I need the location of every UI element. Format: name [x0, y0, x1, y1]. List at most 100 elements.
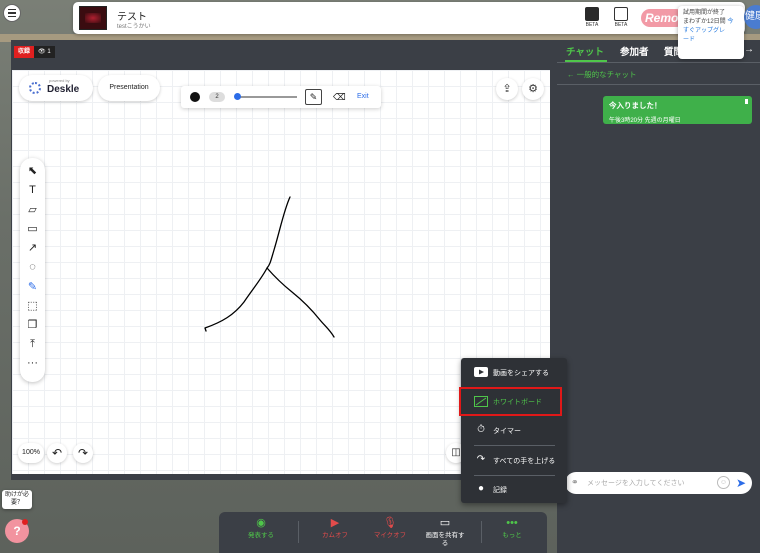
- pen-tool-icon[interactable]: ✎: [20, 278, 45, 296]
- more-tools-icon[interactable]: ···: [20, 354, 45, 372]
- menu-icon-line: [8, 15, 16, 18]
- pen-width-slider[interactable]: [237, 96, 297, 98]
- beta-label: BETA: [585, 22, 599, 28]
- pen-color-swatch[interactable]: [190, 92, 200, 102]
- beta-label: BETA: [614, 22, 628, 28]
- present-icon: ◉: [256, 517, 266, 529]
- text-tool-icon[interactable]: T: [20, 181, 45, 199]
- redo-icon[interactable]: ↷: [73, 443, 93, 463]
- divider: [557, 62, 760, 63]
- general-chat-back[interactable]: ← 一般的なチャット: [567, 69, 637, 80]
- menu-icon-line: [8, 12, 16, 14]
- marquee-tool-icon[interactable]: ⬚: [20, 297, 45, 315]
- chat-message: 今入りました！ 午後3時20分 先週の月曜日: [603, 96, 752, 124]
- attach-icon[interactable]: ⚭: [571, 477, 579, 488]
- help-text: 助けが必: [4, 492, 29, 498]
- menu-item-raise-all-hands[interactable]: ↷ すべての手を上げる: [461, 448, 567, 472]
- help-button[interactable]: ?: [5, 519, 29, 543]
- upload-tool-icon[interactable]: ⤒: [20, 335, 45, 353]
- select-tool-icon[interactable]: ⬉: [20, 162, 45, 180]
- calendar-beta-button[interactable]: BETA: [612, 7, 630, 29]
- whiteboard-toolbar: ⬉ T ▱ ▭ ↗ ◌ ✎ ⬚ ❐ ⤒ ···: [20, 158, 45, 382]
- zoom-level[interactable]: 100%: [18, 443, 44, 463]
- raise-hand-icon: ↷: [476, 454, 486, 465]
- presentation-button[interactable]: Presentation: [98, 75, 160, 101]
- pen-width-slider-knob[interactable]: [234, 93, 241, 100]
- sticky-note-tool-icon[interactable]: ▱: [20, 201, 45, 219]
- exit-button[interactable]: Exit: [357, 90, 369, 104]
- deskle-mark-icon: [29, 82, 41, 94]
- recording-label: 収録: [14, 46, 35, 58]
- upgrade-link[interactable]: ード: [683, 36, 739, 45]
- timer-icon: ⏱: [477, 424, 485, 435]
- trial-text-2: まわずか12日間 今: [683, 19, 734, 25]
- clapper-icon: [585, 7, 599, 21]
- more-label: もっと: [502, 532, 522, 539]
- record-icon: ●: [477, 483, 485, 494]
- control-divider: [298, 521, 299, 543]
- chat-input[interactable]: ⚭ メッセージを入力してください ☺ ➤: [565, 472, 752, 494]
- trial-text-1: 試用期間が終了: [683, 10, 726, 16]
- menu-item-label: 記録: [493, 487, 507, 494]
- menu-item-label: タイマー: [493, 428, 521, 435]
- more-icon: •••: [506, 517, 518, 529]
- emoji-icon[interactable]: ☺: [717, 476, 730, 489]
- help-tooltip: 助けが必 要？: [2, 490, 32, 509]
- gear-icon[interactable]: ⚙: [522, 78, 544, 100]
- menu-icon-line: [8, 8, 16, 11]
- rectangle-tool-icon[interactable]: ▭: [20, 220, 45, 238]
- main-menu-button[interactable]: [3, 4, 21, 22]
- menu-item-label: すべての手を上げる: [493, 458, 556, 465]
- pencil-icon[interactable]: ✎: [305, 89, 322, 105]
- mic-off-button[interactable]: 🎙︎ マイクオフ: [364, 517, 416, 551]
- send-icon[interactable]: ➤: [736, 476, 746, 490]
- menu-item-timer[interactable]: ⏱ タイマー: [461, 418, 567, 442]
- eraser-icon[interactable]: ⌫: [333, 90, 346, 104]
- trial-notice: 試用期間が終了 まわずか12日間 今 すぐアップグレ ード: [678, 6, 744, 59]
- menu-item-label: 動画をシェアする: [493, 370, 549, 377]
- upgrade-link[interactable]: 今: [727, 19, 733, 25]
- frame-tool-icon[interactable]: ❐: [20, 316, 45, 334]
- share-icon[interactable]: ⇪: [496, 78, 518, 100]
- mic-off-icon: 🎙︎: [383, 517, 397, 529]
- share-screen-label: 画面を共有す: [425, 532, 465, 539]
- upgrade-link[interactable]: すぐアップグレ: [683, 27, 739, 36]
- help-text: 要？: [10, 500, 23, 506]
- message-time: 午後3時20分 先週の月曜日: [609, 118, 681, 124]
- top-bar: テスト testこうかい BETA BETA Remo: [73, 2, 745, 34]
- clapper-beta-button[interactable]: BETA: [583, 7, 601, 29]
- present-label: 発表する: [248, 532, 274, 539]
- pen-size[interactable]: 2: [209, 92, 225, 102]
- highlight-box: [459, 387, 562, 416]
- arrow-tool-icon[interactable]: ↗: [20, 239, 45, 257]
- message-options-icon[interactable]: [745, 99, 748, 104]
- divider: [557, 84, 760, 85]
- comment-tool-icon[interactable]: ◌: [20, 258, 45, 276]
- more-button[interactable]: ••• もっと: [486, 517, 538, 551]
- menu-divider: [474, 445, 555, 446]
- chat-input-placeholder: メッセージを入力してください: [587, 480, 685, 487]
- share-screen-icon: ▭: [439, 517, 451, 529]
- menu-divider: [474, 475, 555, 476]
- tab-chat[interactable]: チャット: [566, 44, 604, 58]
- tab-participants[interactable]: 参加者: [620, 44, 649, 58]
- arrow-right-icon[interactable]: →: [744, 44, 754, 55]
- deskle-logo: powered by Deskle: [19, 75, 93, 101]
- camera-off-icon: ▶: [330, 517, 340, 529]
- room-thumbnail[interactable]: [79, 6, 107, 30]
- undo-icon[interactable]: ↶: [47, 443, 67, 463]
- menu-item-share-video[interactable]: 動画をシェアする: [461, 360, 567, 384]
- powered-by: powered by: [49, 78, 70, 83]
- menu-item-record[interactable]: ● 記録: [461, 477, 567, 501]
- chat-panel: チャット 参加者 質問 → ← 一般的なチャット 今入りました！ 午後3時20分…: [557, 40, 760, 553]
- live-badge: 収録 👁 1: [14, 46, 55, 58]
- camera-off-button[interactable]: ▶ カムオフ: [309, 517, 361, 551]
- share-screen-button[interactable]: ▭ 画面を共有す る: [419, 517, 471, 551]
- pen-toolbar: 2 ✎ ⌫ Exit: [181, 86, 381, 108]
- present-button[interactable]: ◉ 発表する: [235, 517, 287, 551]
- calendar-icon: [614, 7, 628, 21]
- room-subtitle: testこうかい: [117, 24, 151, 30]
- deskle-brand: Deskle: [47, 84, 80, 95]
- youtube-icon: [474, 365, 488, 379]
- message-text: 今入りました！: [609, 101, 662, 110]
